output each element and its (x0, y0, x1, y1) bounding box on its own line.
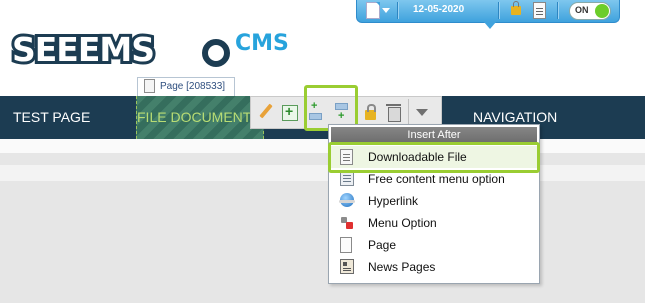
collapse-handle-icon[interactable] (484, 22, 496, 29)
page-icon[interactable] (366, 2, 380, 19)
menu-option-icon (340, 215, 354, 230)
date-display: 12-05-2020 (413, 4, 465, 15)
content-strip (0, 165, 645, 181)
nav-item-label: FILE DOCUMENTS (137, 109, 261, 125)
lock-icon[interactable] (511, 1, 521, 15)
menu-item-label: Menu Option (368, 216, 437, 230)
chevron-down-icon[interactable] (416, 109, 428, 116)
add-child-icon[interactable] (282, 103, 298, 121)
logo-word: SEEEMS (9, 27, 158, 72)
logo-ring-icon (202, 39, 230, 67)
menu-item-news-pages[interactable]: News Pages (331, 256, 537, 278)
menu-item-page[interactable]: Page (331, 234, 537, 256)
document-icon[interactable] (533, 2, 546, 19)
menu-header: Insert After (331, 127, 537, 143)
divider (498, 2, 500, 19)
lock-icon[interactable] (362, 103, 380, 121)
toggle-label: ON (575, 5, 589, 15)
news-icon (340, 259, 354, 274)
logo-suffix: CMS (235, 31, 289, 56)
menu-item-hyperlink[interactable]: Hyperlink (331, 190, 537, 212)
page-id-label: Page [208533] (160, 81, 226, 92)
pencil-icon[interactable] (257, 103, 275, 121)
nav-item-navigation[interactable]: NAVIGATION (473, 109, 557, 125)
chevron-down-icon[interactable] (382, 8, 390, 13)
selected-item-highlight (328, 142, 540, 173)
admin-status-bar: 12-05-2020 ON (356, 0, 620, 29)
nav-item-file-documents[interactable]: FILE DOCUMENTS (136, 96, 264, 139)
content-icon (340, 171, 354, 186)
trash-icon[interactable] (385, 103, 403, 122)
menu-item-menu-option[interactable]: Menu Option (331, 212, 537, 234)
globe-icon (339, 193, 355, 207)
content-top-band (0, 139, 645, 153)
menu-item-label: News Pages (368, 260, 436, 274)
divider (397, 2, 399, 19)
on-off-toggle[interactable]: ON (569, 2, 611, 20)
divider (557, 2, 559, 19)
divider (408, 99, 409, 125)
page-id-tag[interactable]: Page [208533] (137, 77, 235, 97)
toggle-knob (595, 4, 609, 18)
nav-item-test-page[interactable]: TEST PAGE (13, 109, 90, 125)
page-icon (340, 237, 352, 253)
menu-item-label: Hyperlink (368, 194, 419, 208)
menu-item-label: Page (368, 238, 397, 252)
page-icon (144, 79, 155, 93)
menu-item-label: Free content menu option (368, 172, 505, 186)
